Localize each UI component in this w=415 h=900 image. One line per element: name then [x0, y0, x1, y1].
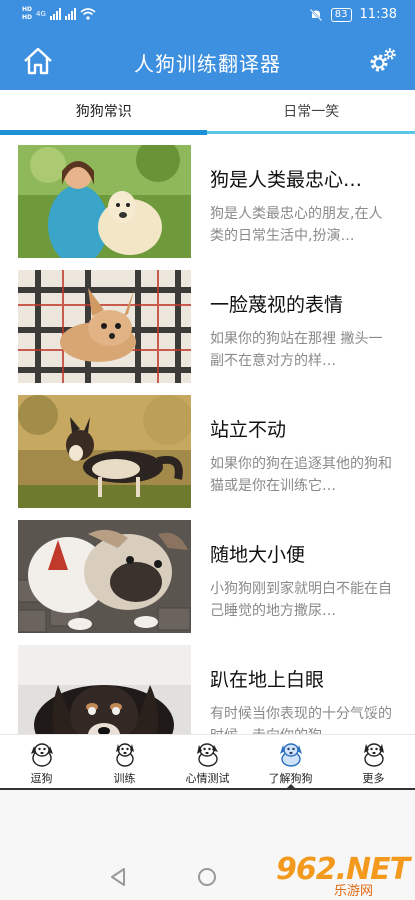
list-item[interactable]: 狗是人类最忠心… 狗是人类最忠心的朋友,在人类的日常生活中,扮演… [0, 135, 415, 260]
nav-label: 心情测试 [185, 772, 230, 785]
list-item[interactable]: 站立不动 如果你的狗在追逐其他的狗和猫或是你在训练它… [0, 385, 415, 510]
dog-icon [363, 743, 384, 767]
mute-bell-icon [309, 7, 323, 22]
list-item[interactable]: 趴在地上白眼 有时候当你表现的十分气馁的时候，走向你的狗 [0, 635, 415, 734]
article-title: 一脸蔑视的表情 [210, 294, 344, 316]
article-desc: 如果你的狗站在那裡 撇头一副不在意对方的样… [210, 331, 383, 369]
article-title: 趴在地上白眼 [210, 669, 325, 691]
nav-label: 逗狗 [30, 772, 53, 785]
dog-icon [115, 743, 134, 767]
nav-more[interactable]: 更多 [332, 735, 415, 788]
app-bar: 人狗训练翻译器 [0, 32, 415, 90]
nav-label: 更多 [362, 772, 385, 785]
article-thumbnail [18, 270, 191, 383]
app-title: 人狗训练翻译器 [134, 52, 281, 76]
article-desc: 如果你的狗在追逐其他的狗和猫或是你在训练它… [210, 456, 392, 494]
hd-badge-1: HD [22, 6, 33, 13]
hd-badge-2: HD [22, 14, 33, 21]
list-item[interactable]: 一脸蔑视的表情 如果你的狗站在那裡 撇头一副不在意对方的样… [0, 260, 415, 385]
watermark-subtext: 乐游网 [334, 884, 374, 899]
article-desc: 狗是人类最忠心的朋友,在人类的日常生活中,扮演… [210, 206, 383, 244]
watermark-logo: 962.NET 乐游网 [276, 852, 412, 899]
network-type: 4G [36, 10, 46, 18]
status-left: HD HD 4G [22, 6, 96, 22]
article-title: 站立不动 [210, 419, 287, 441]
gear-icon[interactable] [367, 46, 397, 76]
signal-icon-2 [64, 8, 76, 20]
battery-indicator: 83 [330, 7, 352, 22]
bottom-nav: 逗狗 训练 心情测试 了解狗狗 更多 [0, 734, 415, 790]
article-desc: 小狗狗刚到家就明白不能在自己睡觉的地方撒尿… [210, 581, 392, 619]
dog-icon [30, 743, 53, 767]
status-bar: HD HD 4G 83 11:38 [0, 0, 415, 32]
signal-icon [49, 8, 61, 20]
tab-bar: 狗狗常识 日常一笑 [0, 90, 415, 134]
article-desc: 有时候当你表现的十分气馁的时候，走向你的狗 [210, 706, 392, 734]
nav-know-dogs[interactable]: 了解狗狗 [249, 735, 332, 790]
tab-daily-laugh[interactable]: 日常一笑 [208, 90, 415, 134]
nav-label: 训练 [113, 772, 136, 785]
tab-dog-knowledge[interactable]: 狗狗常识 [0, 90, 208, 134]
dog-icon [279, 743, 302, 767]
article-thumbnail [18, 395, 191, 508]
hd-badges: HD HD [22, 6, 32, 22]
home-circle-icon[interactable] [198, 868, 216, 886]
article-thumbnail [18, 520, 191, 633]
list-item[interactable]: 随地大小便 小狗狗刚到家就明白不能在自己睡觉的地方撒尿… [0, 510, 415, 635]
status-right: 83 11:38 [309, 7, 397, 22]
back-triangle-icon[interactable] [108, 866, 128, 888]
nav-tease-dog[interactable]: 逗狗 [0, 735, 83, 788]
clock: 11:38 [359, 7, 397, 22]
article-title: 随地大小便 [210, 544, 306, 566]
nav-training[interactable]: 训练 [83, 735, 166, 788]
article-thumbnail [18, 645, 191, 734]
article-title: 狗是人类最忠心… [210, 169, 363, 191]
article-list[interactable]: 狗是人类最忠心… 狗是人类最忠心的朋友,在人类的日常生活中,扮演… 一脸蔑视的表… [0, 135, 415, 734]
nav-mood-test[interactable]: 心情测试 [166, 735, 249, 788]
wifi-icon [80, 8, 96, 20]
article-thumbnail [18, 145, 191, 258]
dog-icon [196, 743, 218, 767]
